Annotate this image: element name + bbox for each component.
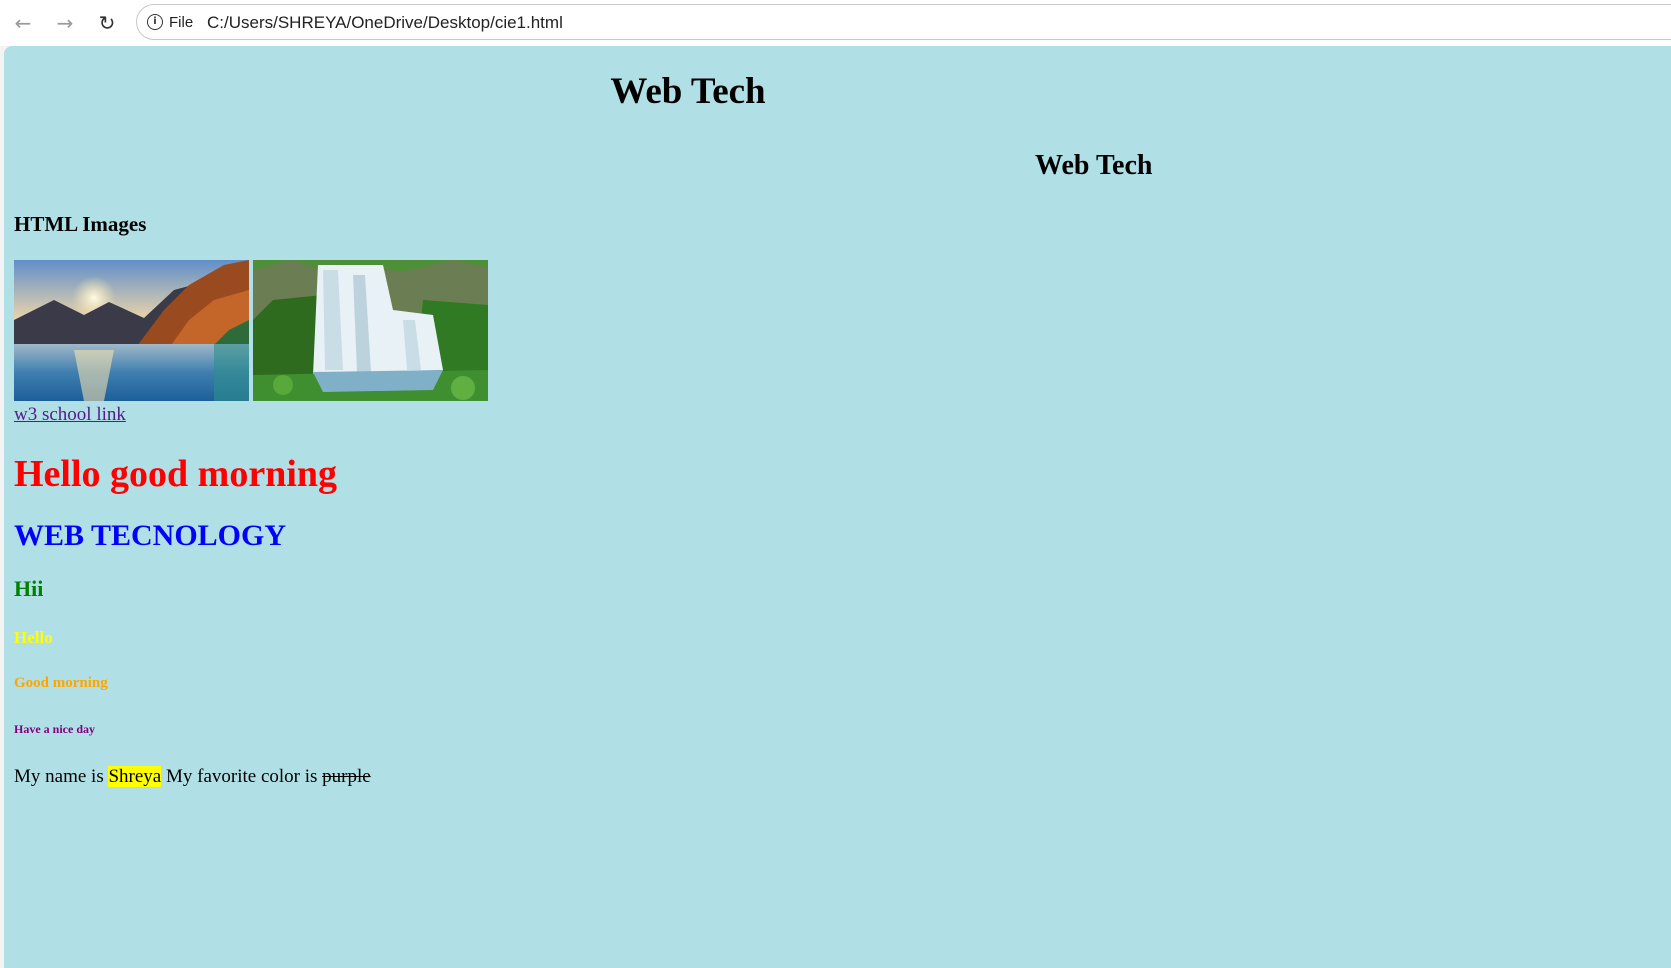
forward-arrow-icon[interactable]: → [50, 8, 80, 38]
name-paragraph: My name is Shreya My favorite color is p… [14, 766, 371, 788]
mountain-lake-image [14, 260, 249, 401]
heading-hello-good-morning: Hello good morning [14, 453, 338, 495]
url-text[interactable]: C:/Users/SHREYA/OneDrive/Desktop/cie1.ht… [207, 13, 563, 33]
images-heading: HTML Images [14, 212, 147, 236]
highlighted-name: Shreya [108, 766, 162, 787]
page-title: Web Tech [610, 71, 766, 112]
heading-web-tecnology: WEB TECNOLOGY [14, 519, 287, 552]
page-viewport: Web Tech Web Tech HTML Images w3 school … [4, 46, 1671, 968]
w3-school-link[interactable]: w3 school link [14, 404, 126, 426]
browser-toolbar: ← → ↻ i File C:/Users/SHREYA/OneDrive/De… [0, 0, 1671, 46]
heading-hii: Hii [14, 576, 44, 601]
heading-have-a-nice-day: Have a nice day [14, 722, 95, 736]
back-arrow-icon[interactable]: ← [8, 8, 38, 38]
reload-icon[interactable]: ↻ [92, 8, 122, 38]
right-aligned-heading: Web Tech [1035, 150, 1153, 181]
paragraph-prefix: My name is [14, 766, 109, 787]
info-icon[interactable]: i [147, 14, 163, 30]
heading-hello: Hello [14, 628, 53, 647]
waterfall-image [253, 260, 488, 401]
struck-color: purple [322, 766, 371, 787]
scheme-label: File [169, 14, 194, 31]
address-bar[interactable]: i File C:/Users/SHREYA/OneDrive/Desktop/… [136, 4, 1671, 40]
heading-good-morning: Good morning [14, 675, 108, 691]
paragraph-middle: My favorite color is [161, 766, 323, 787]
